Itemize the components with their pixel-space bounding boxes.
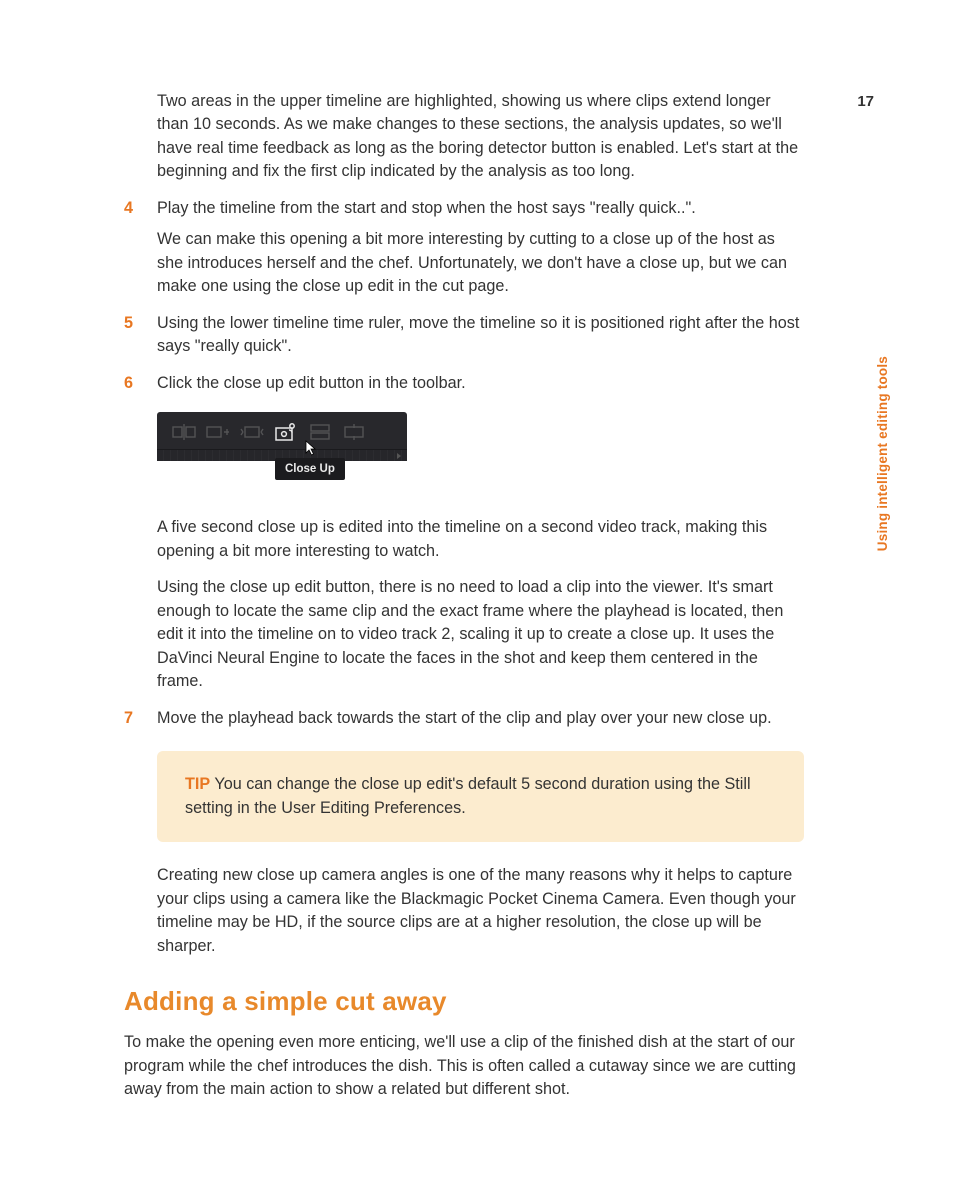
step-number: 6 — [124, 372, 157, 395]
document-page: 17 Using intelligent editing tools Two a… — [0, 0, 954, 1177]
step-6: 6 Click the close up edit button in the … — [124, 372, 804, 408]
step-number: 7 — [124, 707, 157, 730]
step-body: Play the timeline from the start and sto… — [157, 197, 804, 312]
tip-callout: TIP You can change the close up edit's d… — [157, 751, 804, 842]
step-body: Click the close up edit button in the to… — [157, 372, 804, 408]
paragraph: Creating new close up camera angles is o… — [157, 864, 804, 958]
tip-text: TIP You can change the close up edit's d… — [185, 773, 776, 820]
ripple-overwrite-icon — [239, 421, 265, 443]
step-7: 7 Move the playhead back towards the sta… — [124, 707, 804, 743]
page-number: 17 — [857, 93, 874, 110]
source-overwrite-icon — [341, 421, 367, 443]
step-text: Play the timeline from the start and sto… — [157, 197, 804, 220]
step-text: We can make this opening a bit more inte… — [157, 228, 804, 298]
step-number: 4 — [124, 197, 157, 220]
step-text: Using the lower timeline time ruler, mov… — [157, 312, 804, 359]
section-heading: Adding a simple cut away — [124, 986, 804, 1017]
smart-insert-icon — [171, 421, 197, 443]
tip-body: You can change the close up edit's defau… — [185, 775, 751, 816]
step-4: 4 Play the timeline from the start and s… — [124, 197, 804, 312]
intro-paragraph: Two areas in the upper timeline are high… — [157, 90, 804, 184]
close-up-tooltip: Close Up — [275, 458, 345, 480]
paragraph: A five second close up is edited into th… — [157, 516, 804, 563]
append-icon — [205, 421, 231, 443]
section-side-label: Using intelligent editing tools — [875, 356, 890, 551]
section-paragraph: To make the opening even more enticing, … — [124, 1031, 804, 1101]
step-5: 5 Using the lower timeline time ruler, m… — [124, 312, 804, 372]
step-body: Move the playhead back towards the start… — [157, 707, 804, 743]
close-up-icon — [273, 421, 299, 443]
mouse-cursor-icon — [305, 440, 317, 456]
toolbar-screenshot: Close Up — [157, 412, 804, 496]
tip-label: TIP — [185, 775, 210, 793]
content-column: Two areas in the upper timeline are high… — [124, 90, 804, 1102]
step-number: 5 — [124, 312, 157, 335]
step-text: Move the playhead back towards the start… — [157, 707, 804, 730]
step-body: Using the lower timeline time ruler, mov… — [157, 312, 804, 372]
paragraph: Using the close up edit button, there is… — [157, 576, 804, 693]
step-text: Click the close up edit button in the to… — [157, 372, 804, 395]
